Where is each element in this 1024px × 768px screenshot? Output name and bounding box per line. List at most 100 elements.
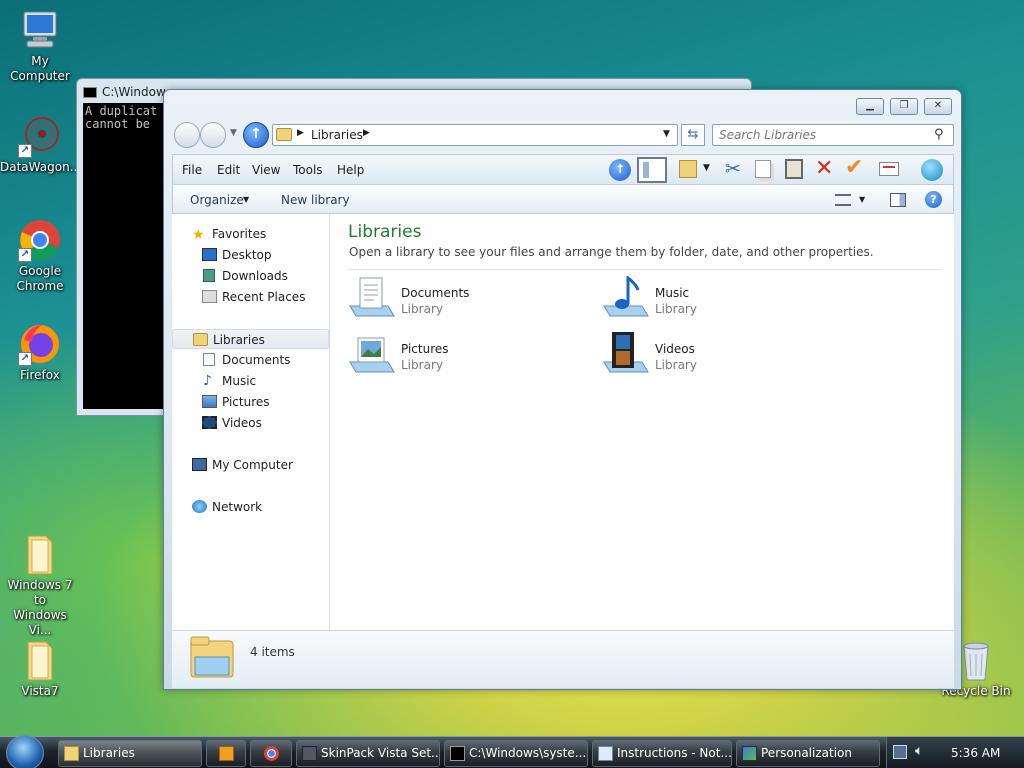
divider (348, 269, 942, 270)
address-dropdown-icon[interactable]: ▼ (663, 129, 670, 139)
nav-network[interactable]: Network (172, 497, 329, 517)
maximize-button[interactable]: ❐ (890, 98, 918, 115)
videos-library-icon (602, 332, 650, 380)
computer-icon (192, 458, 207, 471)
folder-options-icon[interactable] (679, 160, 697, 178)
organize-button[interactable]: Organize (190, 193, 244, 207)
desktop-icon-label-line2: Windows Vi... (13, 608, 67, 637)
checkmark-icon[interactable]: ✔ (845, 155, 863, 180)
menu-file[interactable]: File (182, 163, 202, 177)
nav-pictures[interactable]: Pictures (172, 392, 329, 412)
refresh-button[interactable]: ⇆ (681, 124, 705, 146)
command-bar: Organize ▼ New library ▼ ? (172, 184, 954, 214)
view-dropdown-icon[interactable]: ▼ (859, 195, 865, 204)
library-name: Videos (655, 342, 695, 356)
taskbar-button-media[interactable] (206, 740, 246, 767)
chrome-icon (264, 746, 279, 761)
library-name: Pictures (401, 342, 449, 356)
desktop-icon-vista7-folder[interactable]: Vista7 (0, 638, 80, 699)
system-tray: 🔈︎ 5:36 AM (886, 737, 1024, 768)
change-view-icon[interactable] (835, 194, 851, 206)
library-type: Library (655, 302, 697, 316)
taskbar-button-cmd[interactable]: C:\Windows\syste... (444, 740, 588, 767)
chevron-right-icon[interactable]: ▶ (363, 128, 370, 138)
firefox-icon: ↗ (18, 322, 62, 366)
taskbar-button-skinpack[interactable]: SkinPack Vista Set... (296, 740, 440, 767)
nav-recent-places[interactable]: Recent Places (172, 287, 329, 307)
volume-icon[interactable]: 🔈︎ (915, 743, 923, 759)
desktop-icon-label-line1: Windows 7 to (7, 578, 73, 607)
desktop-icon-label: Firefox (20, 368, 60, 382)
taskbar-button-chrome[interactable] (250, 740, 292, 767)
library-item-music[interactable]: Music Library (602, 274, 802, 328)
menu-view[interactable]: View (252, 163, 280, 177)
address-bar[interactable]: ▶ Libraries ▶ ▼ (272, 124, 678, 146)
recent-pages-dropdown[interactable]: ▼ (230, 128, 237, 138)
dropdown-arrow-icon[interactable]: ▼ (703, 163, 710, 173)
nav-downloads[interactable]: Downloads (172, 266, 329, 286)
computer-icon (18, 8, 62, 52)
details-pane: 4 items (172, 630, 954, 688)
nav-label: Documents (222, 353, 291, 367)
clock[interactable]: 5:36 AM (951, 746, 1000, 760)
desktop-icon-windows7-folder[interactable]: Windows 7 to Windows Vi... (0, 532, 80, 638)
desktop-icon-google-chrome[interactable]: ↗ Google Chrome (0, 218, 80, 294)
minimize-button[interactable]: ▁ (856, 98, 884, 115)
search-input[interactable]: Search Libraries (712, 124, 954, 146)
copy-icon[interactable] (755, 160, 771, 178)
explorer-window[interactable]: ▁ ❐ ✕ ▼ ↑ ▶ Libraries ▶ ▼ ⇆ Search Libra… (163, 89, 962, 690)
chevron-down-icon[interactable]: ▼ (243, 195, 249, 204)
nav-libraries[interactable]: Libraries (172, 329, 329, 349)
delete-icon[interactable]: ✕ (815, 156, 833, 181)
library-item-videos[interactable]: Videos Library (602, 332, 802, 384)
menu-tools[interactable]: Tools (293, 163, 323, 177)
search-icon[interactable]: ⚲ (934, 127, 944, 142)
nav-documents[interactable]: Documents (172, 350, 329, 370)
cut-icon[interactable]: ✂ (725, 158, 741, 180)
preview-pane-icon[interactable] (637, 157, 667, 183)
up-folder-icon[interactable]: ↑ (609, 159, 631, 181)
menu-help[interactable]: Help (337, 163, 364, 177)
new-library-button[interactable]: New library (281, 193, 350, 207)
nav-music[interactable]: ♪ Music (172, 371, 329, 391)
up-button[interactable]: ↑ (243, 122, 269, 148)
desktop-icon-firefox[interactable]: ↗ Firefox (0, 322, 80, 383)
help-icon[interactable]: ? (925, 191, 942, 208)
file-list[interactable]: Libraries Open a library to see your fil… (330, 214, 954, 630)
desktop-icon-label-line2: Chrome (16, 279, 64, 293)
paste-icon[interactable] (785, 159, 803, 179)
nav-favorites[interactable]: ★ Favorites (172, 224, 329, 244)
navigation-pane[interactable]: ★ Favorites Desktop Downloads Recent Pla… (172, 214, 330, 630)
menu-edit[interactable]: Edit (217, 163, 240, 177)
library-item-pictures[interactable]: Pictures Library (348, 332, 548, 384)
network-tray-icon[interactable] (893, 745, 907, 759)
close-button[interactable]: ✕ (924, 98, 952, 115)
cmd-titlebar[interactable]: C:\Window (83, 85, 166, 99)
start-button[interactable] (6, 735, 44, 768)
document-icon (203, 353, 215, 366)
desktop-icon-datawagon[interactable]: ↗ DataWagon... (0, 114, 81, 175)
properties-icon[interactable] (879, 162, 899, 176)
network-globe-icon[interactable] (921, 159, 943, 181)
nav-label: Libraries (213, 333, 265, 347)
nav-label: Recent Places (222, 290, 306, 304)
libraries-small-icon (276, 128, 292, 141)
taskbar-button-libraries[interactable]: Libraries (58, 740, 202, 767)
nav-videos[interactable]: Videos (172, 413, 329, 433)
show-preview-pane-icon[interactable] (890, 193, 906, 207)
downloads-icon (203, 269, 215, 282)
media-player-icon (219, 746, 234, 761)
back-button[interactable] (174, 122, 200, 148)
breadcrumb-libraries[interactable]: Libraries (311, 128, 363, 142)
desktop-icon-my-computer[interactable]: My Computer (0, 8, 80, 84)
library-item-documents[interactable]: Documents Library (348, 276, 548, 328)
taskbar-button-notepad[interactable]: Instructions - Not... (592, 740, 732, 767)
desktop-icon-label: Vista7 (21, 684, 59, 698)
forward-button[interactable] (200, 122, 226, 148)
taskbar-button-label: C:\Windows\syste... (469, 746, 587, 760)
nav-label: Music (222, 374, 257, 388)
nav-desktop[interactable]: Desktop (172, 245, 329, 265)
taskbar-button-personalization[interactable]: Personalization (736, 740, 880, 767)
nav-my-computer[interactable]: My Computer (172, 455, 329, 475)
library-type: Library (655, 358, 697, 372)
